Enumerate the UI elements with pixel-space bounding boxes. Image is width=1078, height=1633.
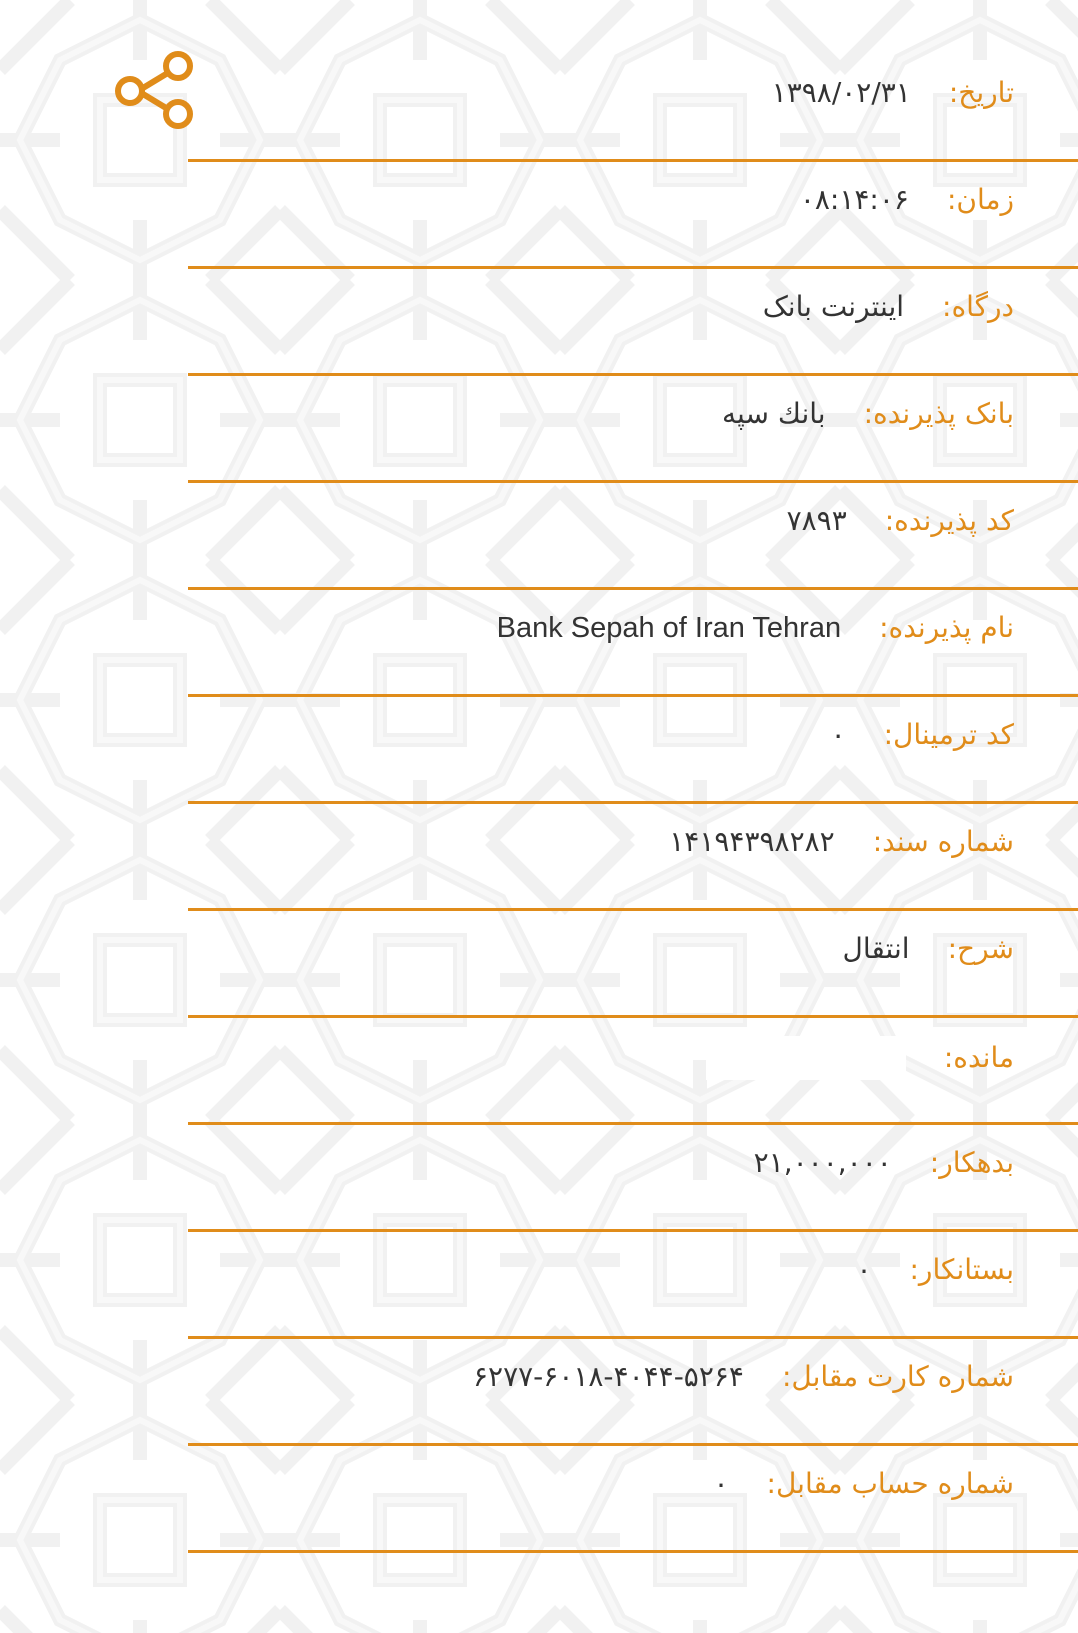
description-label: شرح: [947, 932, 1014, 965]
acceptor-bank-label: بانک پذیرنده: [863, 397, 1014, 430]
credit-value: ۰ [856, 1253, 872, 1286]
time-label: زمان: [946, 183, 1014, 216]
row-acceptor-name: نام پذیرنده: Bank Sepah of Iran Tehran [188, 590, 1078, 697]
row-time: زمان: ۰۸:۱۴:۰۶ [188, 162, 1078, 269]
debit-label: بدهکار: [929, 1146, 1014, 1179]
balance-label: مانده: [943, 1041, 1014, 1074]
document-number-label: شماره سند: [872, 825, 1014, 858]
debit-value: ۲۱,۰۰۰,۰۰۰ [753, 1146, 892, 1179]
share-icon [115, 51, 193, 129]
row-channel: درگاه: اینترنت بانک [188, 269, 1078, 376]
counterparty-account-value: ۰ [713, 1467, 729, 1500]
counterparty-card-label: شماره کارت مقابل: [781, 1360, 1014, 1393]
row-acceptor-code: کد پذیرنده: ۷۸۹۳ [188, 483, 1078, 590]
document-number-value: ۱۴۱۹۴۳۹۸۲۸۲ [669, 825, 835, 858]
counterparty-account-label: شماره حساب مقابل: [766, 1467, 1014, 1500]
counterparty-card-value: ۶۲۷۷-۶۰۱۸-۴۰۴۴-۵۲۶۴ [473, 1360, 744, 1393]
acceptor-name-value: Bank Sepah of Iran Tehran [496, 612, 842, 644]
time-value: ۰۸:۱۴:۰۶ [799, 183, 909, 216]
terminal-code-label: کد ترمینال: [883, 718, 1014, 751]
channel-label: درگاه: [942, 290, 1014, 323]
row-debit: بدهکار: ۲۱,۰۰۰,۰۰۰ [188, 1125, 1078, 1232]
receipt-details: تاریخ: ۱۳۹۸/۰۲/۳۱ زمان: ۰۸:۱۴:۰۶ درگاه: … [188, 55, 1078, 1553]
acceptor-code-label: کد پذیرنده: [884, 504, 1014, 537]
balance-value [705, 1036, 906, 1080]
row-terminal-code: کد ترمینال: ۰ [188, 697, 1078, 804]
acceptor-name-label: نام پذیرنده: [879, 611, 1014, 644]
row-acceptor-bank: بانک پذیرنده: بانك سپه [188, 376, 1078, 483]
row-description: شرح: انتقال [188, 911, 1078, 1018]
share-button[interactable] [112, 46, 200, 134]
row-credit: بستانکار: ۰ [188, 1232, 1078, 1339]
description-value: انتقال [842, 932, 910, 965]
row-balance: مانده: [188, 1018, 1078, 1125]
channel-value: اینترنت بانک [762, 290, 905, 323]
row-document-number: شماره سند: ۱۴۱۹۴۳۹۸۲۸۲ [188, 804, 1078, 911]
terminal-code-value: ۰ [830, 718, 846, 751]
row-counterparty-card: شماره کارت مقابل: ۶۲۷۷-۶۰۱۸-۴۰۴۴-۵۲۶۴ [188, 1339, 1078, 1446]
credit-label: بستانکار: [909, 1253, 1015, 1286]
acceptor-code-value: ۷۸۹۳ [786, 504, 847, 537]
acceptor-bank-value: بانك سپه [722, 397, 826, 430]
date-label: تاریخ: [948, 76, 1014, 109]
row-counterparty-account: شماره حساب مقابل: ۰ [188, 1446, 1078, 1553]
date-value: ۱۳۹۸/۰۲/۳۱ [771, 76, 911, 109]
row-date: تاریخ: ۱۳۹۸/۰۲/۳۱ [188, 55, 1078, 162]
